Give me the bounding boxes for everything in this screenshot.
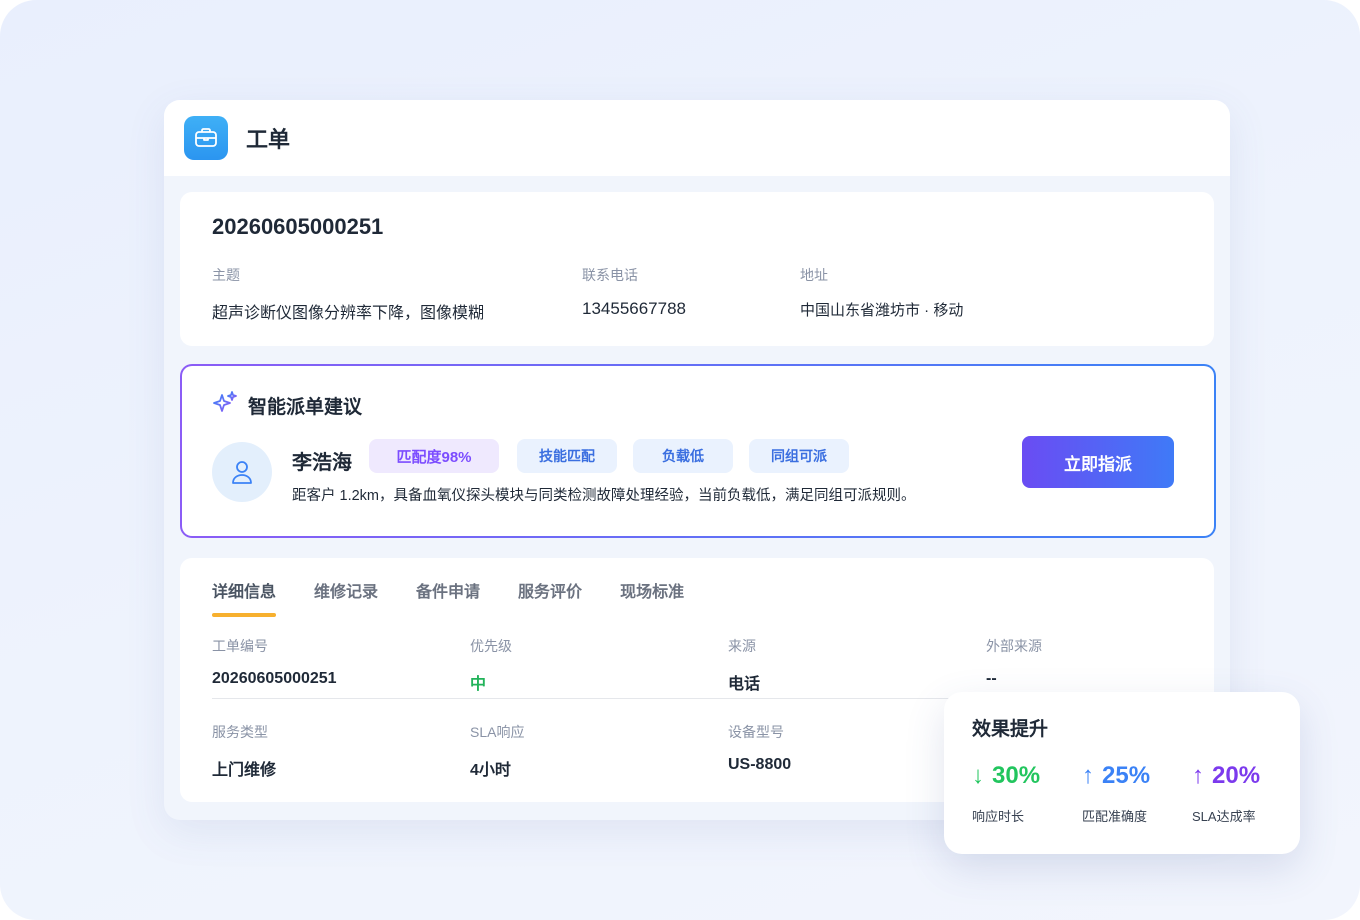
tag-skill-match: 技能匹配 — [517, 439, 617, 473]
detail-ticket-number: 工单编号 20260605000251 — [212, 636, 337, 688]
subject-value: 超声诊断仪图像分辨率下降，图像模糊 — [212, 305, 485, 322]
ai-section-title: 智能派单建议 — [248, 397, 363, 418]
metric-value: ↓ 30% — [972, 762, 1040, 790]
phone-value: 13455667788 — [582, 299, 687, 318]
detail-device-model: 设备型号 US-8800 — [728, 722, 791, 774]
detail-label: 优先级 — [470, 638, 512, 654]
metric-label: SLA达成率 — [1192, 809, 1256, 824]
subject-label: 主题 — [212, 267, 240, 283]
briefcase-icon — [184, 116, 228, 160]
detail-sla-response: SLA响应 4小时 — [470, 722, 524, 780]
metric-number: 20% — [1212, 762, 1261, 789]
tab-details[interactable]: 详细信息 — [212, 578, 277, 617]
tag-same-group: 同组可派 — [749, 439, 849, 473]
detail-label: 设备型号 — [728, 724, 784, 740]
arrow-up-icon: ↑ — [1192, 762, 1204, 789]
tab-parts-request[interactable]: 备件申请 — [416, 578, 480, 617]
ai-dispatch-card: 智能派单建议 李浩海 匹配度98% 技能匹配 负载低 同组可派 距客户 1.2k… — [180, 364, 1216, 538]
detail-service-type: 服务类型 上门维修 — [212, 722, 276, 780]
tag-low-load: 负载低 — [633, 439, 733, 473]
priority-value: 中 — [470, 676, 487, 693]
sparkle-icon — [212, 390, 238, 421]
detail-value: US-8800 — [728, 756, 792, 773]
phone-field: 联系电话 13455667788 — [582, 265, 686, 319]
arrow-up-icon: ↑ — [1082, 762, 1094, 789]
metric-number: 30% — [992, 762, 1041, 789]
address-value: 中国山东省潍坊市 · 移动 — [800, 302, 964, 319]
detail-label: 来源 — [728, 638, 756, 654]
ai-dispatch-card-body: 智能派单建议 李浩海 匹配度98% 技能匹配 负载低 同组可派 距客户 1.2k… — [182, 366, 1214, 536]
app-background: 工单 20260605000251 主题 超声诊断仪图像分辨率下降，图像模糊 联… — [0, 0, 1360, 920]
metric-label: 响应时长 — [972, 809, 1025, 824]
detail-value: -- — [986, 670, 997, 687]
address-field: 地址 中国山东省潍坊市 · 移动 — [800, 265, 963, 320]
detail-value: 4小时 — [470, 762, 511, 779]
detail-label: 外部来源 — [986, 638, 1042, 654]
detail-value: 20260605000251 — [212, 670, 337, 687]
match-score-badge: 匹配度98% — [369, 439, 499, 473]
detail-value: 电话 — [728, 676, 761, 693]
arrow-down-icon: ↓ — [972, 762, 984, 789]
detail-tabs: 详细信息 维修记录 备件申请 服务评价 现场标准 — [212, 578, 722, 617]
metric-response-time: ↓ 30% 响应时长 — [972, 762, 1040, 825]
tab-service-review[interactable]: 服务评价 — [518, 578, 582, 617]
ai-title-row: 智能派单建议 — [212, 390, 362, 421]
detail-priority: 优先级 中 — [470, 636, 512, 694]
detail-label: 工单编号 — [212, 638, 268, 654]
effect-title: 效果提升 — [972, 719, 1049, 740]
metric-number: 25% — [1102, 762, 1151, 789]
detail-label: 服务类型 — [212, 724, 268, 740]
metric-sla-rate: ↑ 20% SLA达成率 — [1192, 762, 1260, 825]
tab-repair-records[interactable]: 维修记录 — [314, 578, 378, 617]
user-icon — [212, 442, 272, 502]
detail-label: SLA响应 — [470, 724, 525, 740]
suggested-engineer-name: 李浩海 — [292, 452, 352, 474]
effect-improvement-card: 效果提升 ↓ 30% 响应时长 ↑ 25% 匹配准确度 ↑ 20% SLA达成率 — [944, 692, 1300, 854]
window-title: 工单 — [246, 127, 291, 152]
metric-label: 匹配准确度 — [1082, 809, 1148, 824]
phone-label: 联系电话 — [582, 267, 638, 283]
subject-field: 主题 超声诊断仪图像分辨率下降，图像模糊 — [212, 265, 484, 323]
suggestion-description: 距客户 1.2km，具备血氧仪探头模块与同类检测故障处理经验，当前负载低，满足同… — [292, 488, 916, 504]
tab-field-standards[interactable]: 现场标准 — [620, 578, 684, 617]
ticket-number: 20260605000251 — [212, 214, 384, 239]
detail-value: 上门维修 — [212, 762, 277, 779]
detail-source: 来源 电话 — [728, 636, 760, 694]
metric-match-accuracy: ↑ 25% 匹配准确度 — [1082, 762, 1150, 825]
window-header: 工单 — [164, 100, 1230, 176]
detail-external-source: 外部来源 -- — [986, 636, 1042, 688]
metric-value: ↑ 25% — [1082, 762, 1150, 790]
assign-now-button[interactable]: 立即指派 — [1022, 436, 1174, 488]
ticket-info-card: 20260605000251 主题 超声诊断仪图像分辨率下降，图像模糊 联系电话… — [180, 192, 1214, 346]
metric-value: ↑ 20% — [1192, 762, 1260, 790]
address-label: 地址 — [800, 267, 828, 283]
